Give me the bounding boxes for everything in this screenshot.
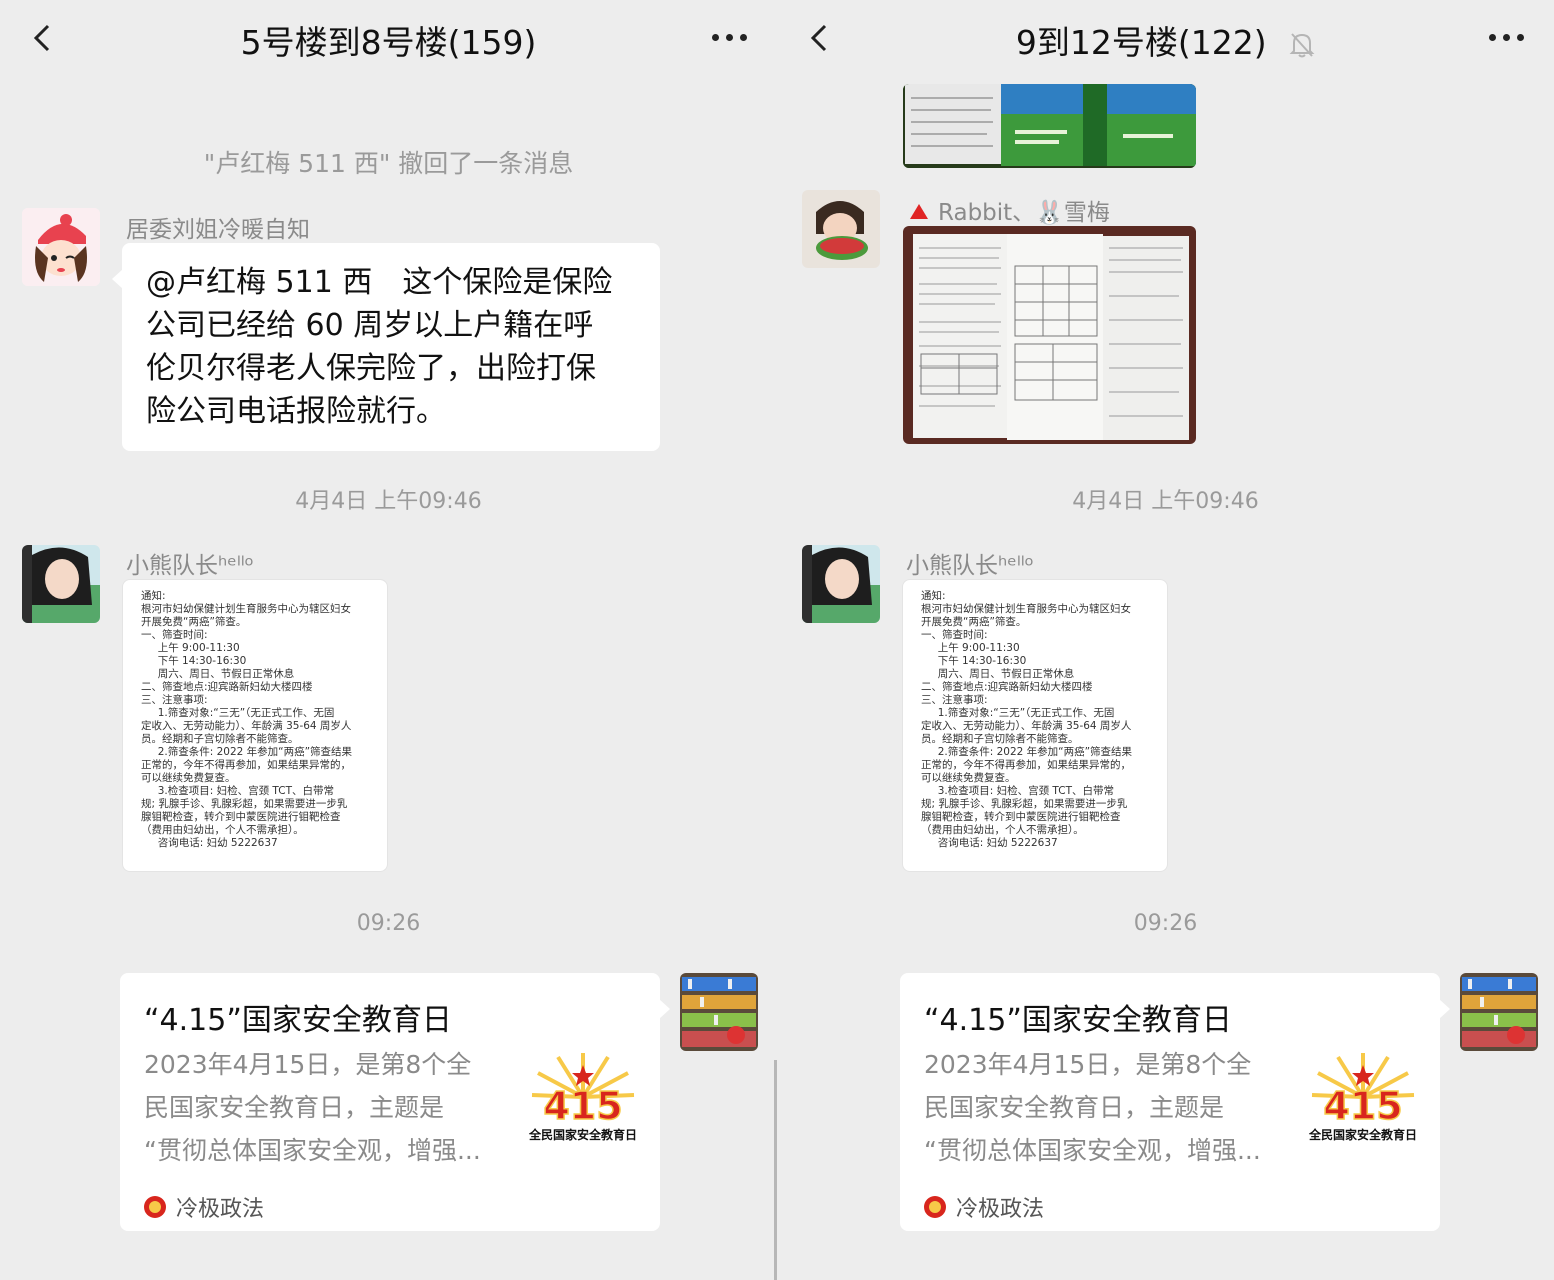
article-desc-line: 民国家安全教育日，主题是 — [924, 1093, 1225, 1122]
article-title: “4.15”国家安全教育日 — [144, 1003, 452, 1038]
more-icon[interactable] — [1482, 34, 1524, 41]
timestamp: 4月4日 上午09:46 — [1072, 489, 1259, 514]
article-source: 冷极政法 — [924, 1191, 1044, 1223]
article-desc-line: “贯彻总体国家安全观，增强... — [924, 1136, 1261, 1165]
message-bubble[interactable]: @卢红梅 511 西 这个保险是保险 公司已经给 60 周岁以上户籍在呼 伦贝尔… — [112, 243, 660, 451]
notice-image[interactable]: 通知: 根河市妇幼保健计划生育服务中心为辖区妇女 开展免费“两癌”筛查。 一、筛… — [902, 579, 1168, 872]
avatar[interactable] — [22, 545, 100, 623]
my-avatar[interactable] — [680, 973, 758, 1051]
message-line: 伦贝尔得老人保完险了，出险打保 — [146, 351, 596, 386]
quote-label: Rabbit、🐰雪梅 — [910, 193, 1110, 227]
party-emblem-icon — [144, 1196, 166, 1218]
article-desc-line: 民国家安全教育日，主题是 — [144, 1093, 445, 1122]
chat-title: 9到12号楼(122) — [1015, 23, 1267, 62]
avatar[interactable] — [802, 545, 880, 623]
article-source: 冷极政法 — [144, 1191, 264, 1223]
my-avatar[interactable] — [1460, 973, 1538, 1051]
red-triangle-icon — [910, 204, 928, 219]
chat-header: 9到12号楼(122) — [777, 0, 1554, 78]
message-line: 公司已经给 60 周岁以上户籍在呼 — [146, 308, 594, 343]
avatar[interactable] — [802, 190, 880, 268]
sender-name: 小熊队长ʰᵉˡˡᵒ — [906, 553, 1035, 579]
mute-bell-icon — [1289, 32, 1315, 57]
more-icon[interactable] — [705, 34, 747, 41]
chat-pane-left: 5号楼到8号楼(159) "卢红梅 511 西" 撤回了一条消息 居委刘姐冷暖自… — [0, 0, 777, 1280]
timestamp: 4月4日 上午09:46 — [295, 489, 482, 514]
message-line: 险公司电话报险就行。 — [146, 394, 446, 429]
brochure-photo[interactable] — [903, 226, 1196, 444]
article-card[interactable]: “4.15”国家安全教育日 2023年4月15日，是第8个全 民国家安全教育日，… — [120, 973, 670, 1231]
timestamp: 09:26 — [356, 911, 421, 936]
sender-name: 小熊队长ʰᵉˡˡᵒ — [126, 553, 255, 579]
timestamp: 09:26 — [1133, 911, 1198, 936]
message-line: @卢红梅 511 西 这个保险是保险 — [146, 265, 613, 300]
article-desc-line: 2023年4月15日，是第8个全 — [144, 1050, 472, 1079]
recall-notice: "卢红梅 511 西" 撤回了一条消息 — [203, 149, 574, 178]
article-desc-line: “贯彻总体国家安全观，增强... — [144, 1136, 481, 1165]
article-card[interactable]: “4.15”国家安全教育日 2023年4月15日，是第8个全 民国家安全教育日，… — [900, 973, 1450, 1231]
book-photo[interactable] — [903, 84, 1196, 168]
source-name: 冷极政法 — [176, 1197, 265, 1222]
chat-title: 5号楼到8号楼(159) — [240, 23, 537, 62]
article-description: 2023年4月15日，是第8个全 民国家安全教育日，主题是 “贯彻总体国家安全观… — [924, 1043, 1294, 1172]
logo-number: 415 — [543, 1084, 622, 1128]
logo-number: 415 — [1323, 1084, 1402, 1128]
notice-image[interactable]: 通知: 根河市妇幼保健计划生育服务中心为辖区妇女 开展免费“两癌”筛查。 一、筛… — [122, 579, 388, 872]
security-day-logo: 415 全民国家安全教育日 — [528, 1053, 637, 1142]
chat-pane-right: 9到12号楼(122) Rabbit、🐰雪梅 4月4日 上午09:46 小熊队长… — [777, 0, 1554, 1280]
avatar[interactable] — [22, 208, 100, 286]
group-label-text: Rabbit、🐰雪梅 — [938, 200, 1110, 226]
article-desc-line: 2023年4月15日，是第8个全 — [924, 1050, 1252, 1079]
security-day-logo: 415 全民国家安全教育日 — [1308, 1053, 1417, 1142]
article-title: “4.15”国家安全教育日 — [924, 1003, 1232, 1038]
logo-text: 全民国家安全教育日 — [1308, 1127, 1417, 1142]
chat-title-wrap: 9到12号楼(122) — [777, 16, 1554, 64]
article-description: 2023年4月15日，是第8个全 民国家安全教育日，主题是 “贯彻总体国家安全观… — [144, 1043, 514, 1172]
sender-name: 居委刘姐冷暖自知 — [126, 217, 310, 243]
source-name: 冷极政法 — [956, 1197, 1045, 1222]
party-emblem-icon — [924, 1196, 946, 1218]
logo-text: 全民国家安全教育日 — [528, 1127, 637, 1142]
chat-header: 5号楼到8号楼(159) — [0, 0, 777, 78]
